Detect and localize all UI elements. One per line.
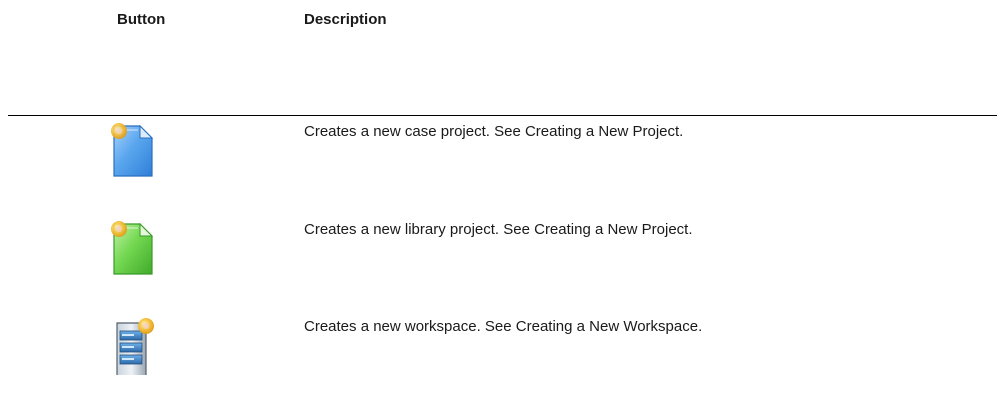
header-button: Button	[117, 11, 166, 28]
table-row: Creates a new library project. See Creat…	[0, 216, 997, 296]
new-workspace-icon	[108, 313, 160, 378]
row-description: Creates a new workspace. See Creating a …	[304, 318, 703, 335]
row-description: Creates a new library project. See Creat…	[304, 221, 693, 238]
new-library-project-icon	[108, 216, 160, 278]
header-description: Description	[304, 11, 387, 28]
table-row: Creates a new workspace. See Creating a …	[0, 313, 997, 393]
header-divider	[8, 115, 997, 116]
new-case-project-icon	[108, 118, 160, 180]
table-header: Button Description	[0, 10, 997, 34]
table-row: Creates a new case project. See Creating…	[0, 118, 997, 198]
row-description: Creates a new case project. See Creating…	[304, 123, 684, 140]
